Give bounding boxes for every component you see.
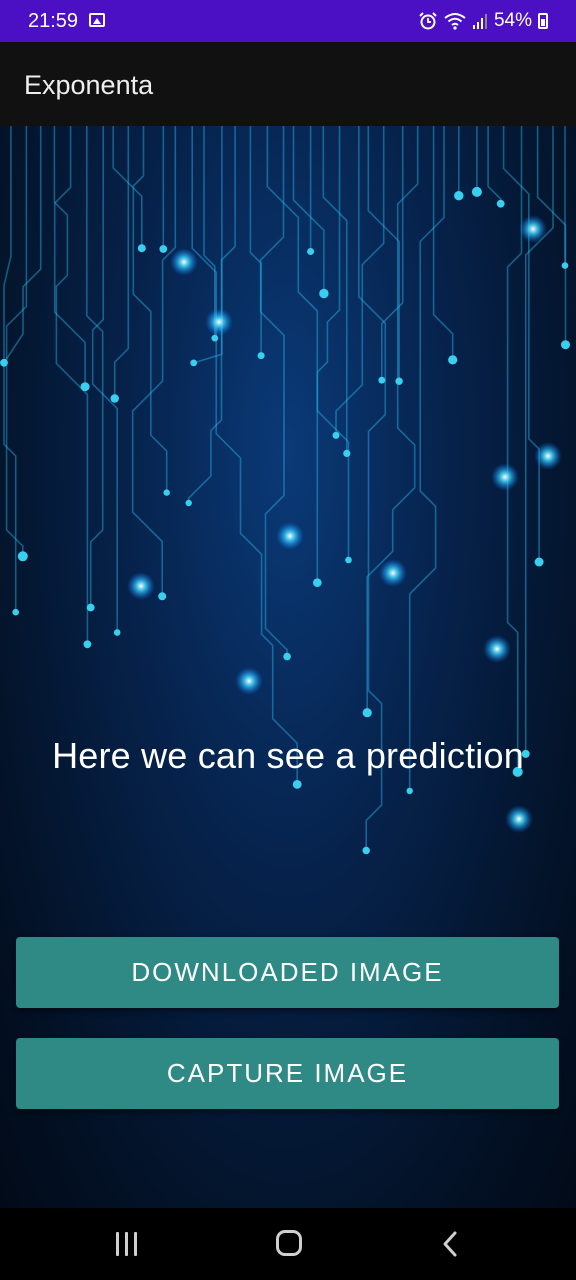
circuit-node <box>163 489 170 496</box>
battery-percent: 54% <box>493 10 532 31</box>
circuit-trace <box>131 126 177 597</box>
status-icons: 54% <box>418 9 548 33</box>
circuit-trace <box>259 126 288 657</box>
circuit-trace <box>203 126 216 339</box>
circuit-glow <box>519 215 547 243</box>
circuit-trace <box>249 126 262 356</box>
prediction-text: Here we can see a prediction <box>52 735 524 776</box>
circuit-glow <box>483 635 511 663</box>
circuit-trace <box>3 126 42 364</box>
circuit-node <box>17 551 28 562</box>
circuit-node <box>292 780 302 789</box>
circuit-glow <box>235 667 263 695</box>
circuit-node <box>257 352 265 360</box>
circuit-glow <box>276 522 304 550</box>
signal-icon <box>472 14 487 29</box>
circuit-glow <box>170 248 198 276</box>
circuit-node <box>110 394 119 403</box>
circuit-trace <box>86 126 104 608</box>
circuit-node <box>137 244 146 253</box>
circuit-node <box>378 376 386 384</box>
home-icon[interactable] <box>276 1230 302 1256</box>
circuit-node <box>496 199 505 208</box>
back-icon[interactable] <box>440 1229 460 1259</box>
circuit-node <box>448 355 458 365</box>
circuit-glow <box>127 572 155 600</box>
circuit-glow <box>534 442 562 470</box>
alarm-icon <box>419 12 437 30</box>
wifi-icon <box>444 13 466 30</box>
circuit-node <box>471 186 482 197</box>
circuit-trace <box>506 126 523 772</box>
battery-icon <box>538 13 548 29</box>
circuit-trace <box>432 126 454 360</box>
circuit-trace <box>316 126 341 583</box>
circuit-trace <box>91 126 118 633</box>
circuit-trace <box>53 126 86 387</box>
circuit-node <box>185 499 192 507</box>
circuit-glow <box>379 559 407 587</box>
circuit-trace <box>3 126 17 613</box>
circuit-trace <box>132 126 168 493</box>
circuit-node <box>12 608 19 616</box>
circuit-node <box>158 592 167 601</box>
app-title: Exponenta <box>24 70 154 100</box>
circuit-trace <box>113 126 130 399</box>
circuit-node <box>283 652 291 661</box>
circuit-node <box>343 449 351 457</box>
circuit-node <box>345 556 352 564</box>
circuit-node <box>307 248 315 255</box>
circuit-node <box>332 431 340 439</box>
circuit-node <box>313 578 322 587</box>
circuit-trace <box>266 126 350 560</box>
gallery-icon <box>89 13 105 27</box>
navigation-bar <box>0 1208 576 1280</box>
circuit-node <box>561 262 569 269</box>
circuit-glow <box>491 463 519 491</box>
circuit-node <box>113 629 121 636</box>
circuit-node <box>454 191 464 201</box>
status-time: 21:59 <box>28 10 79 32</box>
status-bar: 21:59 54% <box>0 0 576 42</box>
circuit-node <box>86 603 95 612</box>
circuit-node <box>406 787 413 795</box>
circuit-trace <box>487 126 502 204</box>
circuit-node <box>362 846 370 855</box>
circuit-trace <box>335 126 385 436</box>
circuit-node <box>0 358 8 367</box>
circuit-node <box>395 377 403 385</box>
circuit-node <box>534 557 544 567</box>
circuit-glow <box>205 308 233 336</box>
recent-apps-icon[interactable] <box>114 1232 140 1256</box>
circuit-glow <box>505 805 533 833</box>
main-content: Here we can see a prediction DOWNLOADED … <box>0 126 576 1208</box>
circuit-node <box>83 640 92 649</box>
circuit-node <box>159 245 168 253</box>
circuit-node <box>190 359 198 367</box>
capture-image-button[interactable]: CAPTURE IMAGE <box>16 1038 559 1109</box>
downloaded-image-button[interactable]: DOWNLOADED IMAGE <box>16 937 559 1008</box>
circuit-node <box>80 382 90 392</box>
circuit-node <box>319 288 329 299</box>
circuit-node <box>362 708 372 718</box>
circuit-node <box>561 340 570 350</box>
app-bar: Exponenta <box>0 42 576 126</box>
